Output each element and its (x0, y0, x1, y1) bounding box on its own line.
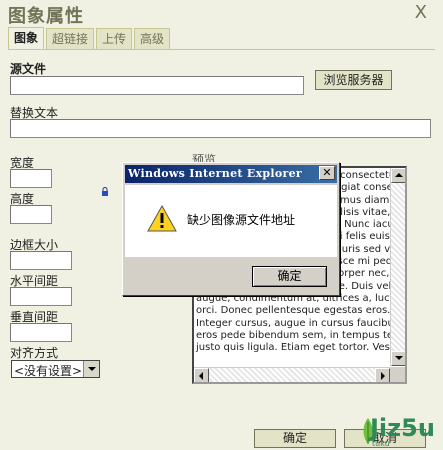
alt-text-input[interactable] (10, 119, 431, 138)
scroll-up-icon[interactable] (391, 168, 405, 183)
tab-image[interactable]: 图象 (8, 27, 45, 50)
alert-close-button[interactable]: ✕ (319, 166, 335, 180)
alert-message: 缺少图像源文件地址 (187, 213, 296, 227)
dialog-close-button[interactable]: X (415, 4, 427, 22)
lock-ratio-icon[interactable] (101, 187, 109, 196)
align-label: 对齐方式 (10, 346, 59, 360)
scroll-right-icon[interactable] (375, 368, 390, 382)
height-input[interactable] (10, 205, 52, 224)
tab-upload[interactable]: 上传 (96, 28, 133, 50)
preview-horizontal-scrollbar[interactable] (194, 367, 390, 382)
align-select[interactable]: <没有设置> (11, 360, 100, 378)
vspace-input[interactable] (10, 323, 72, 342)
preview-line: Integer cursus, augue in cursus faucibus… (196, 317, 403, 329)
source-url-input[interactable] (10, 76, 304, 95)
preview-line: justo quis ligula. Etiam eget tortor. Ve… (196, 342, 407, 354)
alert-title: Windows Internet Explorer (125, 165, 337, 183)
scroll-down-icon[interactable] (391, 351, 405, 366)
width-input[interactable] (10, 169, 52, 188)
border-input[interactable] (10, 251, 72, 270)
source-label: 源文件 (10, 62, 47, 76)
hspace-input[interactable] (10, 287, 72, 306)
scrollbar-corner (390, 367, 405, 382)
tab-divider (8, 49, 435, 50)
dialog-title: 图象属性 (8, 6, 84, 27)
watermark-text: Jiz5u (370, 414, 435, 442)
watermark-logo: Jiz5u tuku (360, 414, 440, 448)
watermark-sub: tuku (372, 439, 390, 448)
alert-ok-button[interactable]: 确定 (252, 266, 327, 287)
ie-alert-dialog: Windows Internet Explorer ✕ 缺少图像源文件地址 确定 (122, 162, 340, 296)
align-select-value: <没有设置> (14, 364, 83, 378)
tab-link[interactable]: 超链接 (46, 28, 95, 50)
browse-server-button[interactable]: 浏览服务器 (315, 70, 392, 90)
preview-line: orci. Donec pellentesque egestas eros. (196, 305, 391, 317)
alert-body: 缺少图像源文件地址 (125, 185, 337, 257)
tab-bar: 图象 超链接 上传 高级 (8, 27, 172, 50)
scroll-left-icon[interactable] (194, 368, 209, 382)
tab-advanced[interactable]: 高级 (134, 28, 171, 50)
preview-vertical-scrollbar[interactable] (390, 168, 405, 366)
warning-icon (147, 205, 177, 232)
chevron-down-icon[interactable] (83, 361, 99, 377)
preview-line: eros pede bibendum sem, in tempus tellus (196, 329, 407, 341)
ok-button[interactable]: 确定 (254, 429, 336, 448)
